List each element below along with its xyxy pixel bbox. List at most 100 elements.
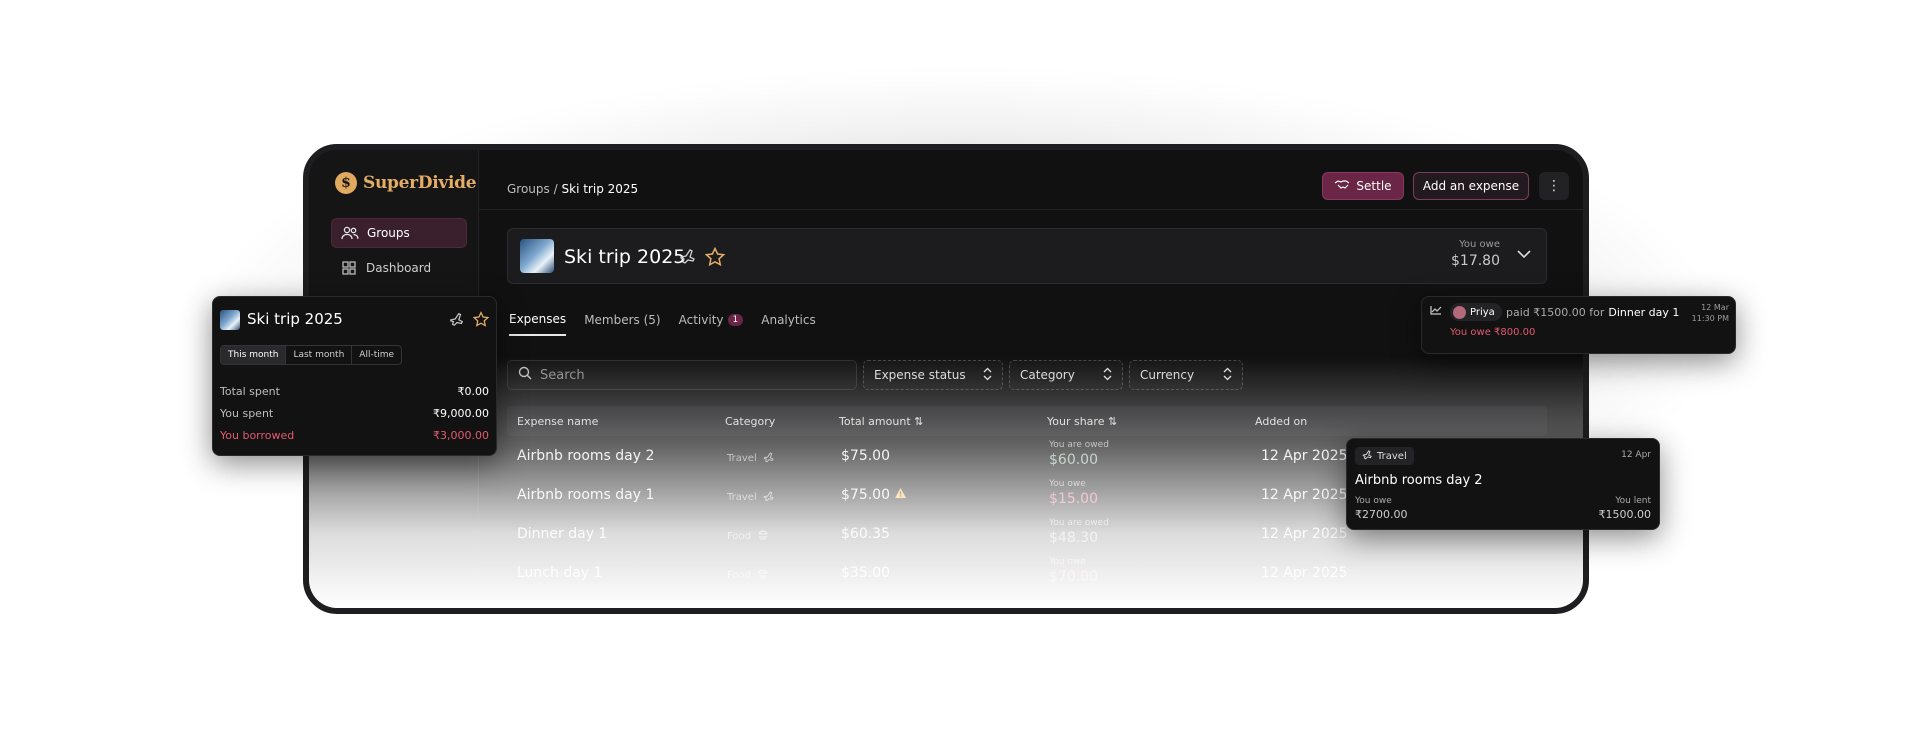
airplane-icon xyxy=(1362,449,1373,463)
you-owe-amount: $17.80 xyxy=(1451,253,1500,269)
chevron-down-icon[interactable] xyxy=(1516,247,1532,263)
you-owe-value: ₹2700.00 xyxy=(1355,508,1408,521)
filter-label: Expense status xyxy=(874,368,966,382)
category-filter[interactable]: Category xyxy=(1009,360,1123,390)
activity-verb: paid ₹1500.00 for xyxy=(1506,306,1605,319)
amount-value: $35.00 xyxy=(841,565,890,581)
activity-timestamp: 12 Mar 11:30 PM xyxy=(1692,302,1729,324)
panel-icons xyxy=(449,311,490,331)
share-label: You owe xyxy=(1049,557,1086,567)
share-label: You are owed xyxy=(1049,518,1109,528)
grid-icon xyxy=(340,260,358,276)
category-label: Travel xyxy=(727,492,757,503)
expense-status-filter[interactable]: Expense status xyxy=(863,360,1003,390)
summary-row-total-spent: Total spent ₹0.00 xyxy=(220,385,489,398)
sidebar-item-groups[interactable]: Groups xyxy=(331,218,467,248)
expense-name: Dinner day 1 xyxy=(517,526,608,542)
summary-label: Total spent xyxy=(220,385,280,398)
sidebar-item-dashboard[interactable]: Dashboard xyxy=(331,253,467,283)
category-label: Travel xyxy=(727,453,757,464)
group-thumbnail xyxy=(220,310,240,330)
group-thumbnail xyxy=(520,239,554,273)
activity-text: paid ₹1500.00 for Dinner day 1 xyxy=(1506,306,1679,319)
add-expense-button[interactable]: Add an expense xyxy=(1413,172,1529,200)
column-header-sortable[interactable]: Total amount ⇅ xyxy=(839,415,923,428)
breadcrumb-separator: / xyxy=(553,182,558,196)
you-lent-label: You lent xyxy=(1615,496,1651,506)
tab-analytics[interactable]: Analytics xyxy=(761,312,816,336)
tab-members[interactable]: Members (5) xyxy=(584,312,660,336)
category-tag: Travel xyxy=(1355,447,1414,465)
expense-date: 12 Apr 2025 xyxy=(1261,487,1348,503)
category-label: Food xyxy=(727,570,751,581)
activity-item: Dinner day 1 xyxy=(1608,306,1680,319)
logo-mark: $ xyxy=(335,172,357,194)
panel-title: Ski trip 2025 xyxy=(247,310,343,328)
logo-text: SuperDivide xyxy=(363,173,477,193)
summary-value: ₹3,000.00 xyxy=(433,429,489,442)
breadcrumb: Groups / Ski trip 2025 xyxy=(507,182,638,196)
group-header-card: Ski trip 2025 You owe $17.80 xyxy=(507,228,1547,284)
sort-updown-icon xyxy=(1223,367,1232,384)
summary-row-you-spent: You spent ₹9,000.00 xyxy=(220,407,489,420)
sidebar-item-label: Groups xyxy=(367,226,410,240)
table-row[interactable]: Lunch day 1 Food $35.00 You owe $70.00 12 Apr… xyxy=(507,555,1547,593)
column-header-sortable[interactable]: Your share ⇅ xyxy=(1047,415,1117,428)
column-label: Your share xyxy=(1047,415,1105,428)
tab-expenses[interactable]: Expenses xyxy=(509,312,567,336)
avatar xyxy=(1453,305,1466,319)
summary-label: You spent xyxy=(220,407,274,420)
expense-name: Airbnb rooms day 2 xyxy=(517,448,655,464)
logo[interactable]: $ SuperDivide xyxy=(335,172,477,194)
settle-label: Settle xyxy=(1356,179,1392,193)
activity-badge: 1 xyxy=(727,314,744,326)
expense-date: 12 Apr 2025 xyxy=(1261,448,1348,464)
period-last-month[interactable]: Last month xyxy=(286,346,353,364)
search-icon xyxy=(518,366,532,384)
share-value: $70.00 xyxy=(1049,569,1098,585)
expense-title: Airbnb rooms day 2 xyxy=(1355,473,1483,488)
expense-amount: $75.00 xyxy=(841,487,907,503)
tab-label: Members (5) xyxy=(584,313,661,327)
search-input[interactable]: Search xyxy=(507,360,857,390)
period-all-time[interactable]: All-time xyxy=(352,346,401,364)
filter-label: Currency xyxy=(1140,368,1195,382)
users-icon xyxy=(341,225,359,241)
expense-category: Travel xyxy=(727,490,775,505)
share-value: $48.30 xyxy=(1049,530,1098,546)
amount-value: $75.00 xyxy=(841,448,890,464)
expense-category: Food xyxy=(727,529,769,544)
activity-time: 11:30 PM xyxy=(1691,314,1729,323)
settle-button[interactable]: Settle xyxy=(1322,172,1404,200)
share-label: You owe xyxy=(1049,479,1086,489)
period-this-month[interactable]: This month xyxy=(221,346,287,364)
you-owe-label: You owe xyxy=(1459,239,1500,250)
amount-value: $75.00 xyxy=(841,487,890,503)
summary-row-you-borrowed: You borrowed ₹3,000.00 xyxy=(220,429,489,442)
sort-icon: ⇅ xyxy=(914,415,924,428)
group-summary-panel: Ski trip 2025 This month Last month All-… xyxy=(212,296,497,456)
summary-value: ₹0.00 xyxy=(457,385,490,398)
airplane-icon xyxy=(763,451,775,466)
table-header: Expense name Category Total amount ⇅ You… xyxy=(507,406,1547,436)
more-options-button[interactable]: ⋮ xyxy=(1539,172,1569,200)
expense-amount: $60.35 xyxy=(841,526,890,542)
tab-activity[interactable]: Activity 1 xyxy=(679,312,744,336)
handshake-icon xyxy=(1334,179,1350,194)
tag-label: Travel xyxy=(1377,450,1407,462)
expense-detail-card[interactable]: Travel 12 Apr Airbnb rooms day 2 You owe… xyxy=(1346,438,1660,530)
star-icon[interactable] xyxy=(472,311,490,331)
currency-filter[interactable]: Currency xyxy=(1129,360,1243,390)
sidebar-item-label: Dashboard xyxy=(366,261,432,275)
activity-notification[interactable]: Priya paid ₹1500.00 for Dinner day 1 12 M… xyxy=(1421,296,1736,354)
tab-label: Analytics xyxy=(761,313,816,327)
star-icon[interactable] xyxy=(704,246,726,270)
activity-owe: You owe ₹800.00 xyxy=(1450,327,1536,338)
sort-updown-icon xyxy=(983,367,992,384)
expense-category: Travel xyxy=(727,451,775,466)
breadcrumb-parent[interactable]: Groups xyxy=(507,182,550,196)
column-header: Expense name xyxy=(517,415,599,428)
food-icon xyxy=(757,529,769,544)
sort-icon: ⇅ xyxy=(1107,415,1118,428)
warning-icon xyxy=(894,487,907,503)
